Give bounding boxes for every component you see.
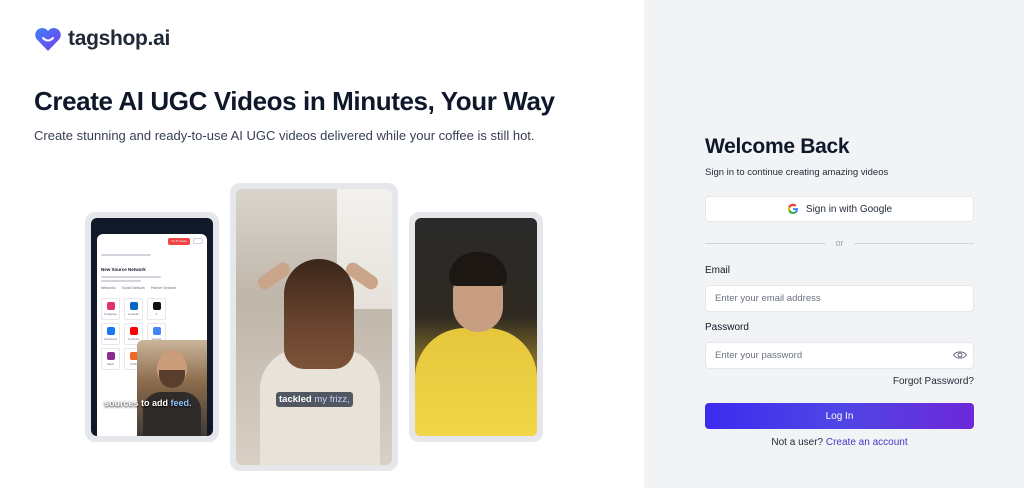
video-caption: tackled my frizz, [276,392,353,407]
brand-logo[interactable]: tagshop.ai [34,26,170,52]
or-divider: or [705,237,975,249]
google-signin-button[interactable]: Sign in with Google [705,196,974,222]
source-icon [152,302,161,310]
mock-button: Yo Ti Conte [168,237,190,245]
source-icon [106,352,115,360]
forgot-password-link[interactable]: Forgot Password? [893,376,974,387]
password-field[interactable] [705,342,974,369]
source-label: Instagram [103,312,118,316]
hero-subtitle: Create stunning and ready-to-use AI UGC … [34,128,535,143]
mock-tab: Partner Network [150,286,177,290]
source-label: YouTube [127,337,140,341]
eye-icon[interactable] [953,349,967,361]
mock-source-tile: LinkedIn [124,298,143,320]
google-icon [787,203,798,215]
login-panel: Welcome Back Sign in to continue creatin… [644,0,1024,488]
source-label: Slack [106,362,115,366]
mock-tab: Networks [101,286,116,290]
video-caption: sources to add feed. [104,398,192,408]
phone-mockup-3 [409,212,543,442]
phone-mockup-2: tackled my frizz, [230,183,398,471]
hero-title: Create AI UGC Videos in Minutes, Your Wa… [34,86,555,116]
source-icon [129,302,138,310]
login-button[interactable]: Log In [705,403,974,429]
phone-mockup-1: Yo Ti Conte New Source Network Networks … [85,212,219,442]
hero-section: tagshop.ai Create AI UGC Videos in Minut… [0,0,644,488]
email-field[interactable] [705,285,974,312]
source-label: LinkedIn [127,312,140,316]
source-icon [106,327,115,335]
hair-video: tackled my frizz, [236,189,392,465]
source-label: Facebook [103,337,118,341]
signup-prompt: Not a user? Create an account [771,437,908,448]
source-icon [152,327,161,335]
password-label: Password [705,322,749,333]
source-label: RSS [130,362,137,366]
heart-icon [35,27,61,51]
google-signin-label: Sign in with Google [805,203,893,215]
brand-name: tagshop.ai [68,27,171,50]
create-account-link[interactable]: Create an account [826,437,908,448]
login-title: Welcome Back [705,135,850,158]
mock-heading: New Source Network [101,267,146,272]
mock-source-tile: Instagram [101,298,120,320]
portrait-video [415,218,537,436]
login-subtitle: Sign in to continue creating amazing vid… [705,167,889,178]
mock-source-tile: Facebook [101,323,120,345]
presenter-video [137,340,207,436]
source-icon [106,302,115,310]
mock-source-tile: X [147,298,166,320]
mock-source-tile: Slack [101,348,120,370]
source-label: X [155,312,158,316]
source-icon [129,327,138,335]
email-label: Email [705,265,731,276]
mock-tab: Social Network [121,286,145,290]
